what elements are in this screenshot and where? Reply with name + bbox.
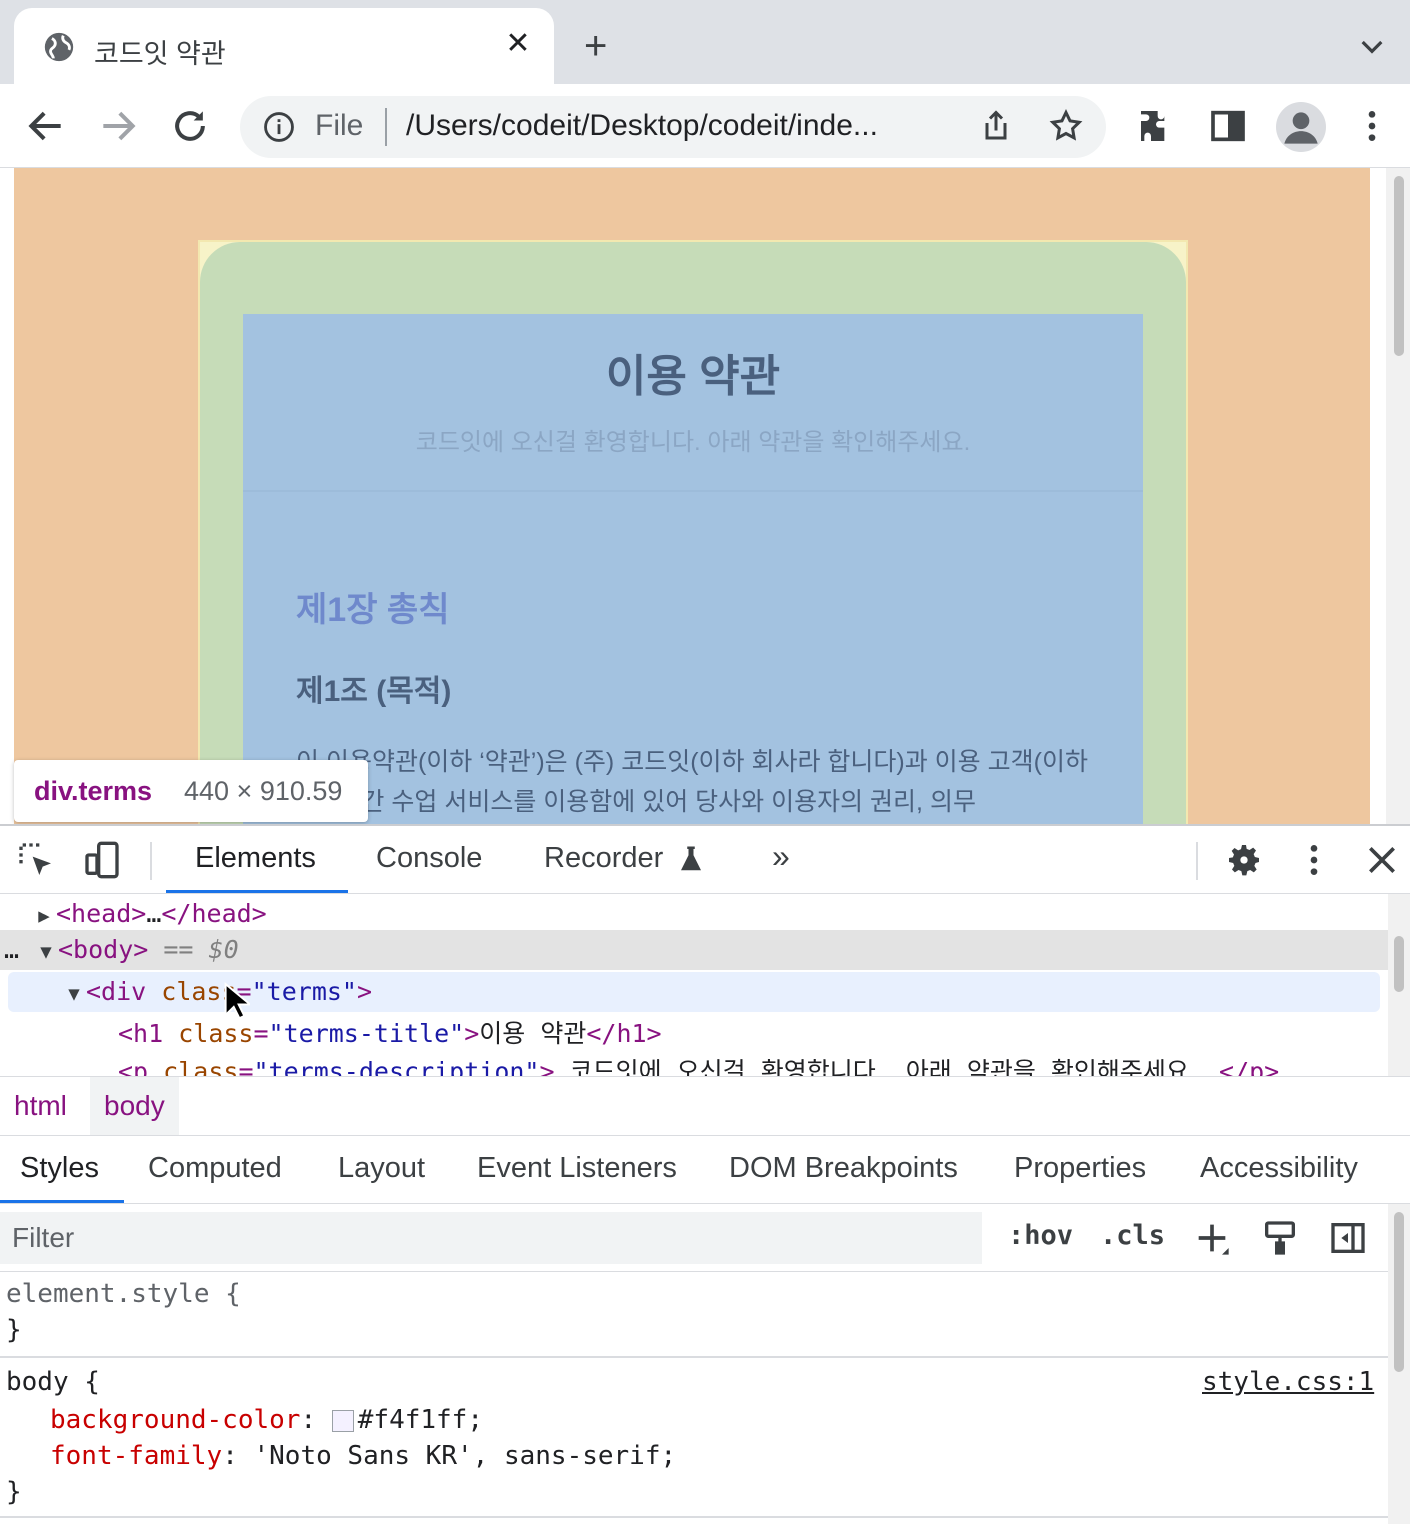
dom-scrollbar[interactable] [1388,894,1410,1076]
inspect-element-icon[interactable] [16,840,56,880]
filter-input[interactable] [0,1212,982,1264]
article-text: 이 이용약관(이하 ‘약관’)은 (주) 코드잇(이하 회사라 합니다)과 이용… [296,748,1088,816]
dom-node-p[interactable]: <p class="terms-description"> 코드잇에 오신걸 환… [118,1052,1279,1076]
url-text[interactable]: /Users/codeit/Desktop/codeit/inde... [406,109,878,143]
tooltip-element-name: div.terms [34,776,153,806]
scheme-label: File [315,109,364,142]
devtools-toolbar: Elements Console Recorder » [0,826,1410,894]
new-rule-plus-icon[interactable] [1192,1218,1232,1258]
tab-recorder[interactable]: Recorder [544,842,663,875]
tab-styles[interactable]: Styles [20,1152,99,1185]
extensions-icon[interactable] [1136,106,1176,146]
browser-toolbar: File /Users/codeit/Desktop/codeit/inde..… [0,84,1410,168]
flask-icon [681,846,701,871]
rule-close-brace: } [6,1477,22,1507]
toolbar-divider [1196,842,1198,880]
mouse-pointer-icon [224,982,250,1020]
side-panel-icon[interactable] [1208,106,1248,146]
tab-accessibility[interactable]: Accessibility [1200,1152,1358,1185]
tab-strip: 코드잇 약관 ✕ + [0,0,1410,84]
tooltip-element-size: 440 × 910.59 [184,776,343,806]
more-vert-icon[interactable] [1294,840,1334,880]
active-tab-indicator [0,1200,124,1203]
dom-node-head[interactable]: ▶ <head>…</head> [32,894,266,934]
inspect-tooltip: div.terms 440 × 910.59 [14,760,368,822]
console-ref: == $0 [163,935,239,964]
bookmark-star-icon[interactable] [1048,108,1084,144]
section-divider [243,490,1143,492]
cls-button[interactable]: .cls [1100,1220,1165,1251]
scrollbar-thumb[interactable] [1394,176,1404,356]
page-scrollbar[interactable] [1386,168,1410,824]
source-link[interactable]: style.css:1 [1202,1364,1374,1400]
element-style-selector[interactable]: element.style { [6,1276,241,1312]
css-declaration-background-color[interactable]: background-color: #f4f1ff; [50,1402,483,1438]
node-actions-icon[interactable]: … [0,930,34,970]
back-arrow-icon[interactable] [24,104,68,148]
rule-divider [0,1516,1388,1518]
dom-node-body[interactable]: … ▼ <body> == $0 [0,930,1388,970]
close-icon[interactable]: ✕ [502,28,534,60]
styles-pane: element.style { } body { style.css:1 bac… [0,1272,1388,1524]
reload-icon[interactable] [168,104,212,148]
terms-description: 코드잇에 오신걸 환영합니다. 아래 약관을 확인해주세요. [415,429,971,456]
collapse-caret-icon[interactable]: ▼ [34,932,58,972]
tab-console[interactable]: Console [376,842,482,875]
chapter-heading: 제1장 총칙 [296,591,450,629]
chevron-down-icon[interactable] [1356,30,1388,62]
tab-event-listeners[interactable]: Event Listeners [477,1152,677,1185]
breadcrumb: html body [0,1076,1410,1136]
dom-tree: ▶ <head>…</head> … ▼ <body> == $0 ▼ <div cla… [0,894,1388,1076]
styles-scrollbar[interactable] [1388,1204,1410,1524]
close-icon[interactable] [1362,840,1402,880]
profile-avatar[interactable] [1276,102,1326,152]
globe-icon [44,32,74,62]
address-divider [385,108,387,146]
active-tab-indicator [166,890,348,893]
tab-elements[interactable]: Elements [195,842,316,875]
color-swatch[interactable] [331,1409,354,1432]
devtools-panel: Elements Console Recorder » ▶ <head>…</he… [0,824,1410,1524]
tab-computed[interactable]: Computed [148,1152,282,1185]
body-rule-selector[interactable]: body { [6,1364,100,1400]
tab-dom-breakpoints[interactable]: DOM Breakpoints [729,1152,958,1185]
paint-roller-icon[interactable] [1260,1218,1300,1258]
scrollbar-thumb[interactable] [1394,1212,1404,1372]
rule-close-brace: } [6,1315,22,1345]
css-declaration-font-family[interactable]: font-family: 'Noto Sans KR', sans-serif; [50,1438,676,1474]
device-toolbar-icon[interactable] [82,840,122,880]
collapse-caret-icon[interactable]: ▼ [62,974,86,1014]
browser-tab[interactable]: 코드잇 약관 ✕ [14,8,554,84]
breadcrumb-html[interactable]: html [0,1077,81,1135]
styles-sidebar-tabs: Styles Computed Layout Event Listeners D… [0,1136,1410,1204]
share-icon[interactable] [978,108,1014,144]
tab-properties[interactable]: Properties [1014,1152,1146,1185]
address-bar[interactable]: File /Users/codeit/Desktop/codeit/inde..… [240,96,1106,158]
dom-node-div-terms[interactable]: ▼ <div class="terms"> [8,972,1380,1012]
tab-title: 코드잇 약관 [94,39,226,69]
scrollbar-thumb[interactable] [1394,936,1404,992]
styles-filter-bar: :hov .cls [0,1204,1410,1272]
toggle-sidebar-icon[interactable] [1328,1218,1368,1258]
rule-divider [0,1356,1388,1358]
article-heading: 제1조 (목적) [296,675,452,708]
breadcrumb-body[interactable]: body [90,1077,179,1135]
dom-node-h1[interactable]: <h1 class="terms-title">이용 약관</h1> [118,1014,662,1054]
terms-title: 이용 약관 [605,352,781,401]
tab-layout[interactable]: Layout [338,1152,425,1185]
page-viewport: 이용 약관 코드잇에 오신걸 환영합니다. 아래 약관을 확인해주세요. 제1장… [0,168,1410,824]
info-icon[interactable] [262,110,296,144]
more-tabs-icon[interactable]: » [772,838,790,875]
hov-button[interactable]: :hov [1008,1220,1073,1251]
person-icon [1284,112,1318,144]
new-tab-icon[interactable]: + [584,26,620,66]
more-vert-icon[interactable] [1352,106,1392,146]
forward-arrow-icon[interactable] [96,104,140,148]
toolbar-divider [150,842,152,880]
gear-icon[interactable] [1224,840,1264,880]
